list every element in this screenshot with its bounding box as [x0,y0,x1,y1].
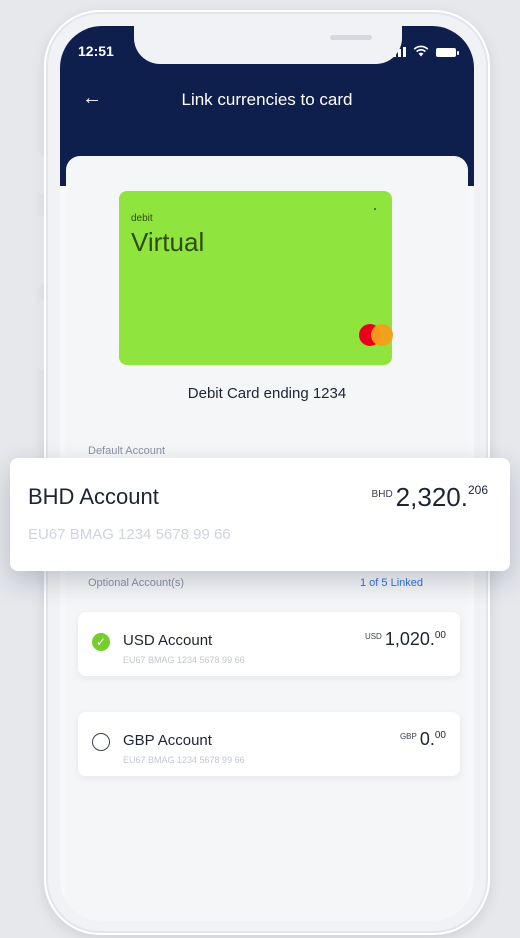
currency-code: USD [364,632,382,641]
default-account-iban: EU67 BMAG 1234 5678 99 66 [28,526,231,543]
default-account-name: BHD Account [28,484,159,509]
account-balance: GBP 0.00 [400,729,446,750]
account-row-usd[interactable]: ✓ USD Account EU67 BMAG 1234 5678 99 66 … [78,612,460,676]
mastercard-logo-icon [359,324,395,348]
account-iban: EU67 BMAG 1234 5678 99 66 [123,655,245,665]
page-title: Link currencies to card [181,90,353,109]
speaker-grille [330,35,372,40]
currency-code: BHD [371,489,393,500]
default-account-balance: BHD 2,320.206 [372,482,488,513]
balance-decimals: 206 [467,483,488,497]
phone-side-button [39,300,44,370]
account-name: GBP Account [123,732,212,749]
default-account-label: Default Account [88,445,166,457]
account-name: USD Account [123,632,213,649]
balance-decimals: 00 [434,630,446,641]
account-iban: EU67 BMAG 1234 5678 99 66 [123,755,245,765]
phone-side-button [39,215,44,285]
account-row-gbp[interactable]: GBP Account EU67 BMAG 1234 5678 99 66 GB… [78,712,460,776]
default-account-card[interactable]: BHD Account EU67 BMAG 1234 5678 99 66 BH… [10,458,510,571]
status-time: 12:51 [78,43,114,59]
wifi-icon [413,45,429,57]
checked-circle-icon[interactable]: ✓ [92,633,110,651]
balance-amount: 2,320. [395,482,468,512]
virtual-debit-card: debit Virtual [119,191,395,365]
balance-amount: 0. [419,729,435,749]
phone-side-button [39,155,44,195]
card-caption: Debit Card ending 1234 [187,385,347,402]
card-name: Virtual [131,227,205,257]
currency-code: GBP [399,732,417,741]
unchecked-circle-icon[interactable] [92,733,110,751]
card-chip-dot [374,208,376,210]
linked-count-link[interactable]: 1 of 5 Linked [360,577,423,589]
account-balance: USD 1,020.00 [365,629,446,650]
phone-notch [134,26,402,64]
optional-accounts-label: Optional Account(s) [88,577,184,589]
card-type-label: debit [131,213,153,224]
balance-amount: 1,020. [384,629,435,649]
balance-decimals: 00 [434,730,446,741]
battery-icon [436,48,459,57]
